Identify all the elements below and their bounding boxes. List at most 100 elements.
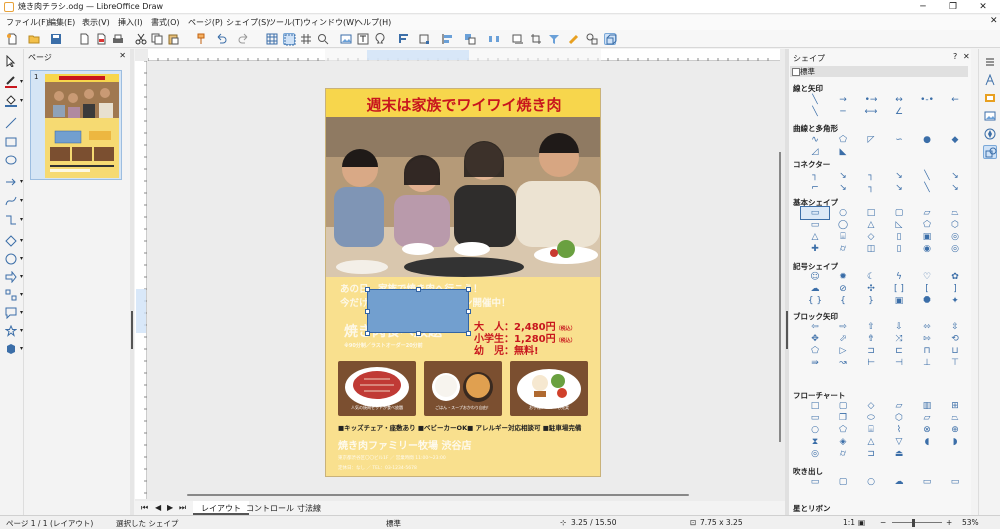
zoom-slider[interactable] bbox=[892, 522, 942, 523]
sidebar-menu-icon[interactable] bbox=[983, 55, 997, 69]
shape-connector-curve-arrow-icon[interactable]: ↘ bbox=[829, 182, 857, 194]
flow-off-page-icon[interactable]: ⬠ bbox=[829, 424, 857, 436]
shape-up-right-down-arrow-icon[interactable]: ⇮ bbox=[857, 333, 885, 345]
resize-handle-bottom-left[interactable] bbox=[365, 331, 370, 336]
status-scale[interactable]: 1:1 bbox=[843, 518, 855, 527]
undo-icon[interactable] bbox=[215, 33, 227, 45]
open-icon[interactable] bbox=[28, 33, 40, 45]
flow-preparation-icon[interactable]: ⬡ bbox=[885, 412, 913, 424]
shape-octagon-icon[interactable]: △ bbox=[801, 231, 829, 243]
page-thumbnail[interactable]: 1 bbox=[30, 70, 122, 180]
shape-pentagon-arrow-icon[interactable]: ⬠ bbox=[801, 345, 829, 357]
shape-square-bevel-icon[interactable]: ▣ bbox=[885, 295, 913, 307]
horizontal-scrollbar[interactable] bbox=[135, 493, 785, 498]
shape-striped-arrow-icon[interactable]: ⇛ bbox=[801, 357, 829, 369]
shape-trapezoid-icon[interactable]: ⏢ bbox=[941, 207, 969, 219]
callout-rounded-icon[interactable]: ▢ bbox=[829, 476, 857, 488]
vertical-ruler[interactable] bbox=[135, 60, 147, 499]
prev-tab-icon[interactable]: ◀ bbox=[155, 503, 161, 512]
line-tool-icon[interactable] bbox=[5, 117, 19, 129]
3d-objects-icon[interactable]: ▾ bbox=[5, 343, 23, 355]
shape-parallelogram-icon[interactable]: ▱ bbox=[913, 207, 941, 219]
shadow-icon[interactable] bbox=[512, 33, 524, 45]
shape-down-arrow-2-icon[interactable]: ⊤ bbox=[941, 357, 969, 369]
shape-freeform-filled-icon[interactable]: ◣ bbox=[829, 146, 857, 158]
line-color-icon[interactable]: ▾ bbox=[5, 76, 23, 88]
menu-edit[interactable]: 編集(E) bbox=[48, 17, 75, 28]
resize-handle-top-left[interactable] bbox=[365, 287, 370, 292]
export-pdf-icon[interactable] bbox=[95, 33, 107, 45]
flow-stored-data-icon[interactable]: ◖ bbox=[913, 436, 941, 448]
shape-frame-icon[interactable]: ▣ bbox=[913, 231, 941, 243]
helplines-icon[interactable] bbox=[283, 33, 296, 46]
maximize-button[interactable]: ❐ bbox=[942, 0, 964, 14]
menu-insert[interactable]: 挿入(I) bbox=[118, 17, 143, 28]
zoom-in-icon[interactable]: + bbox=[946, 518, 952, 527]
filter-icon[interactable] bbox=[548, 33, 560, 45]
shape-diamond-icon[interactable]: ▯ bbox=[885, 243, 913, 255]
rectangle-tool-icon[interactable] bbox=[5, 136, 19, 148]
navigator-icon[interactable] bbox=[983, 127, 997, 141]
new-icon[interactable] bbox=[6, 33, 18, 45]
document-modified-icon[interactable]: ▣ bbox=[858, 518, 865, 527]
shape-connector-circle-icon[interactable]: ↘ bbox=[885, 182, 913, 194]
vertical-scrollbar[interactable] bbox=[778, 60, 783, 498]
shape-connector-line-ends-icon[interactable]: ╲ bbox=[913, 182, 941, 194]
first-tab-icon[interactable]: ⏮ bbox=[141, 503, 148, 513]
insert-image-icon[interactable] bbox=[340, 33, 352, 45]
shape-sun-icon[interactable]: ✹ bbox=[829, 271, 857, 283]
menu-help[interactable]: ヘルプ(H) bbox=[355, 17, 391, 28]
next-tab-icon[interactable]: ▶ bbox=[167, 503, 173, 512]
shape-left-arrow-2-icon[interactable]: ⊣ bbox=[885, 357, 913, 369]
shape-connector-curve-ends-icon[interactable]: ↘ bbox=[941, 182, 969, 194]
shape-polygon-filled-icon[interactable]: ◆ bbox=[941, 134, 969, 146]
food-caption-2[interactable]: ごはん・スープおかわり自由！ bbox=[424, 405, 502, 411]
shape-bracket-pair-icon[interactable]: [ ] bbox=[885, 283, 913, 295]
crop-icon[interactable] bbox=[530, 33, 542, 45]
block-arrows-icon[interactable]: ▾ bbox=[5, 270, 23, 284]
family-photo[interactable] bbox=[326, 117, 600, 277]
shapes-panel-help-icon[interactable]: ? bbox=[953, 52, 957, 61]
transformations-icon[interactable] bbox=[418, 33, 430, 45]
shape-rounded-rectangle-icon[interactable]: ▭ bbox=[801, 219, 829, 231]
flyer-restaurant-name[interactable]: 焼き肉ファミリー牧場 渋谷店 bbox=[338, 437, 471, 452]
flow-direct-access-icon[interactable]: ⊐ bbox=[857, 448, 885, 460]
minimize-button[interactable]: ─ bbox=[912, 0, 934, 14]
shape-connector-lines-icon[interactable]: ┐ bbox=[857, 170, 885, 182]
pages-panel-splitter[interactable] bbox=[130, 49, 134, 515]
properties-icon[interactable] bbox=[983, 73, 997, 87]
shape-left-brace-icon[interactable]: { bbox=[829, 295, 857, 307]
menu-window[interactable]: ウィンドウ(W) bbox=[303, 17, 357, 28]
price-infant[interactable]: 幼 児：無料! bbox=[474, 342, 539, 357]
flow-sequential-access-icon[interactable]: ◎ bbox=[801, 448, 829, 460]
menu-view[interactable]: 表示(V) bbox=[82, 17, 110, 28]
callout-cloud-icon[interactable]: ☁ bbox=[885, 476, 913, 488]
shape-cylinder-icon[interactable]: ⌸ bbox=[829, 231, 857, 243]
flow-collate-icon[interactable]: ⧗ bbox=[801, 436, 829, 448]
shape-up-right-arrow-icon[interactable]: ⬀ bbox=[829, 333, 857, 345]
shape-line-circle-arrow-icon[interactable]: •→ bbox=[857, 94, 885, 106]
splitter-grip[interactable] bbox=[131, 311, 133, 349]
flow-or-icon[interactable]: ⊕ bbox=[941, 424, 969, 436]
flyer-page[interactable]: 週末は家族でワイワイ焼き肉 あの日、家族で焼き肉へ行こう！ 今だけ キャンペーン… bbox=[325, 88, 601, 477]
shape-forbidden-icon[interactable]: ⊘ bbox=[829, 283, 857, 295]
shapes-deck-icon[interactable] bbox=[983, 145, 997, 159]
shape-polygon-icon[interactable]: ⬠ bbox=[829, 134, 857, 146]
shape-circle-icon[interactable]: ◯ bbox=[829, 219, 857, 231]
curves-icon[interactable]: ▾ bbox=[5, 195, 23, 207]
resize-handle-bottom[interactable] bbox=[416, 331, 421, 336]
shape-octagon-bevel-icon[interactable]: ⯃ bbox=[913, 295, 941, 307]
flow-decision-icon[interactable]: ◇ bbox=[857, 400, 885, 412]
shape-right-arrow-2-icon[interactable]: ⊢ bbox=[857, 357, 885, 369]
flow-internal-storage-icon[interactable]: ⊞ bbox=[941, 400, 969, 412]
ellipse-tool-icon[interactable] bbox=[5, 154, 19, 166]
close-document-icon[interactable]: ✕ bbox=[990, 16, 998, 26]
styles-icon[interactable] bbox=[983, 91, 997, 105]
stars-icon[interactable]: ▾ bbox=[4, 324, 23, 337]
resize-handle-top[interactable] bbox=[416, 287, 421, 292]
zoom-slider-thumb[interactable] bbox=[912, 519, 915, 527]
menu-file[interactable]: ファイル(F) bbox=[6, 17, 49, 28]
shape-cross-icon[interactable]: ✚ bbox=[801, 243, 829, 255]
shapes-section-standard[interactable]: 標準 bbox=[790, 66, 968, 77]
shape-left-arrow-callout-icon[interactable]: ⊏ bbox=[885, 345, 913, 357]
